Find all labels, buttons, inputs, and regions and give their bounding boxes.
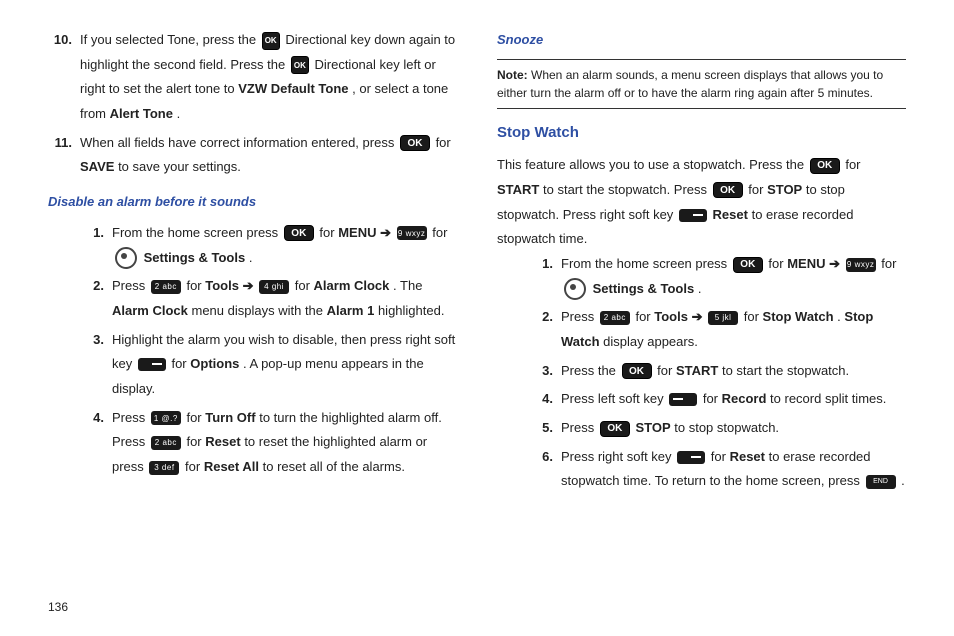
step-content: Press right soft key for Reset to erase … [561, 445, 906, 494]
right-soft-key-icon [679, 209, 707, 222]
step-number: 2. [80, 274, 104, 323]
step-number: 6. [529, 445, 553, 494]
step-content: Press OK STOP to stop stopwatch. [561, 416, 906, 441]
sw-step-3: 3. Press the OK for START to start the s… [529, 359, 906, 384]
disable-step-2: 2. Press 2 abc for Tools ➔ 4 ghi for Ala… [80, 274, 457, 323]
key-2-icon: 2 abc [151, 280, 181, 294]
sw-step-5: 5. Press OK STOP to stop stopwatch. [529, 416, 906, 441]
page: 10. If you selected Tone, press the OK D… [0, 0, 954, 636]
step-content: Press 2 abc for Tools ➔ 4 ghi for Alarm … [112, 274, 457, 323]
ok-key-icon: OK [622, 363, 652, 379]
sw-step-2: 2. Press 2 abc for Tools ➔ 5 jkl for Sto… [529, 305, 906, 354]
step-number: 2. [529, 305, 553, 354]
step-content: When all fields have correct information… [80, 131, 457, 180]
note-text: When an alarm sounds, a menu screen disp… [497, 68, 883, 100]
key-3-icon: 3 def [149, 461, 179, 475]
key-9-icon: 9 wxyz [397, 226, 427, 240]
step-content: If you selected Tone, press the OK Direc… [80, 28, 457, 127]
ok-key-icon: OK [600, 421, 630, 437]
step-number: 5. [529, 416, 553, 441]
key-5-icon: 5 jkl [708, 311, 738, 325]
step-content: From the home screen press OK for MENU ➔… [112, 221, 457, 270]
step-number: 1. [529, 252, 553, 301]
subheading-disable-alarm: Disable an alarm before it sounds [48, 190, 457, 215]
disable-step-3: 3. Highlight the alarm you wish to disab… [80, 328, 457, 402]
step-content: From the home screen press OK for MENU ➔… [561, 252, 906, 301]
ok-key-icon: OK [810, 158, 840, 174]
step-content: Press left soft key for Record to record… [561, 387, 906, 412]
step-number: 4. [529, 387, 553, 412]
step-number: 3. [529, 359, 553, 384]
note-label: Note: [497, 68, 528, 82]
step-number: 4. [80, 406, 104, 480]
step-number: 3. [80, 328, 104, 402]
step-number: 1. [80, 221, 104, 270]
key-9-icon: 9 wxyz [846, 258, 876, 272]
section-stop-watch: Stop Watch [497, 119, 906, 148]
step-10: 10. If you selected Tone, press the OK D… [48, 28, 457, 127]
key-2-icon: 2 abc [600, 311, 630, 325]
disable-step-4: 4. Press 1 @.? for Turn Off to turn the … [80, 406, 457, 480]
page-number: 136 [48, 600, 68, 614]
ok-key-icon: OK [713, 182, 743, 198]
step-content: Press 1 @.? for Turn Off to turn the hig… [112, 406, 457, 480]
ok-key-icon: OK [400, 135, 430, 151]
left-soft-key-icon [669, 393, 697, 406]
settings-gear-icon [115, 247, 137, 269]
right-column: Snooze Note: When an alarm sounds, a men… [497, 28, 906, 616]
sw-step-4: 4. Press left soft key for Record to rec… [529, 387, 906, 412]
right-soft-key-icon [677, 451, 705, 464]
stopwatch-intro: This feature allows you to use a stopwat… [497, 153, 906, 252]
step-content: Highlight the alarm you wish to disable,… [112, 328, 457, 402]
ok-key-icon: OK [733, 257, 763, 273]
ok-key-icon: OK [291, 56, 309, 74]
step-content: Press the OK for START to start the stop… [561, 359, 906, 384]
left-column: 10. If you selected Tone, press the OK D… [48, 28, 457, 616]
key-1-icon: 1 @.? [151, 411, 181, 425]
step-number: 10. [48, 28, 72, 127]
key-2-icon: 2 abc [151, 436, 181, 450]
settings-gear-icon [564, 278, 586, 300]
right-soft-key-icon [138, 358, 166, 371]
step-11: 11. When all fields have correct informa… [48, 131, 457, 180]
step-number: 11. [48, 131, 72, 180]
note-box: Note: When an alarm sounds, a menu scree… [497, 59, 906, 109]
sw-step-1: 1. From the home screen press OK for MEN… [529, 252, 906, 301]
step-content: Press 2 abc for Tools ➔ 5 jkl for Stop W… [561, 305, 906, 354]
ok-key-icon: OK [284, 225, 314, 241]
sw-step-6: 6. Press right soft key for Reset to era… [529, 445, 906, 494]
key-4-icon: 4 ghi [259, 280, 289, 294]
disable-step-1: 1. From the home screen press OK for MEN… [80, 221, 457, 270]
ok-key-icon: OK [262, 32, 280, 50]
end-key-icon: END [866, 475, 896, 489]
subheading-snooze: Snooze [497, 28, 906, 53]
